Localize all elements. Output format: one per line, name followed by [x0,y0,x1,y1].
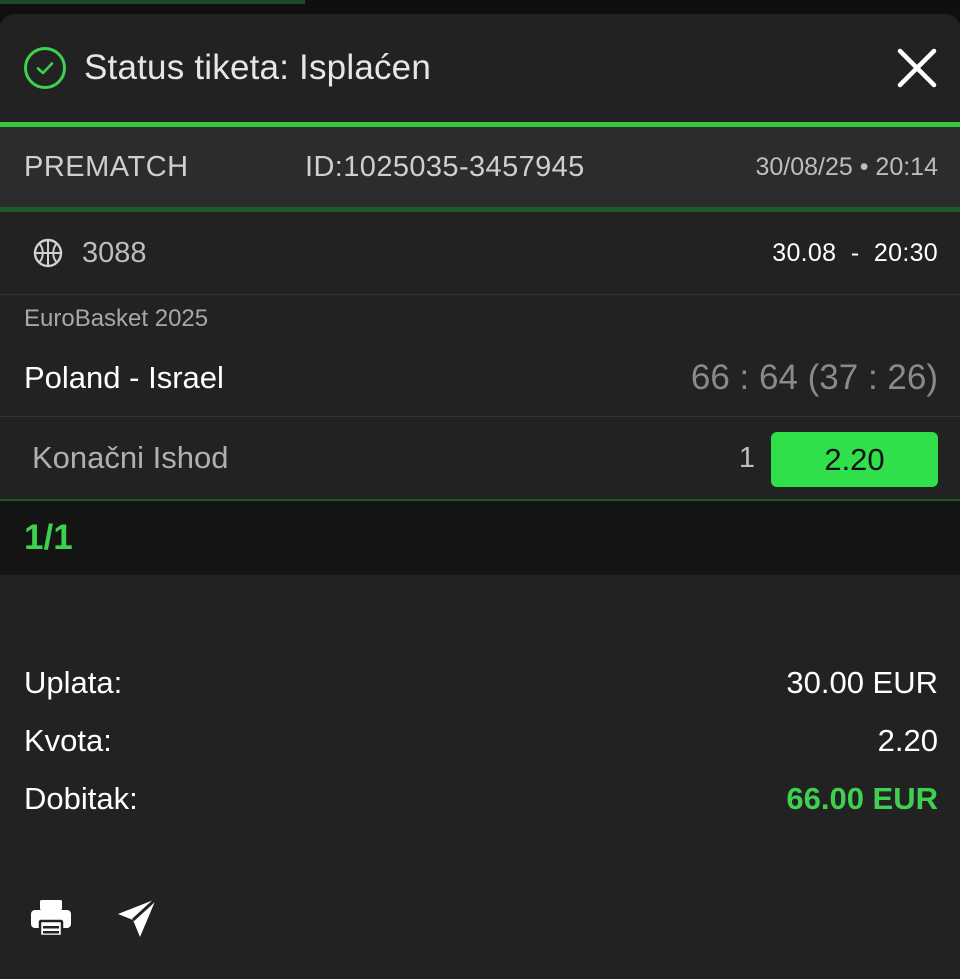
share-button[interactable] [112,894,162,942]
league-name: EuroBasket 2025 [24,305,209,332]
progress-indicator [0,0,305,4]
print-button[interactable] [26,894,76,942]
selection-count-bar: 1/1 [0,501,960,575]
basketball-icon [33,238,63,268]
event-header: 3088 30.08 - 20:30 [0,212,960,295]
close-button[interactable] [896,47,938,89]
market-name: Konačni Ishod [32,440,229,475]
print-icon [31,900,71,938]
odd-badge[interactable]: 2.20 [771,432,938,487]
ticket-panel: Status tiketa: Isplaćen PREMATCH ID:1025… [0,14,960,979]
ticket-status: Status tiketa: Isplaćen [84,48,432,87]
odds-value: 2.20 [877,723,938,758]
win-value: 66.00 EUR [786,781,938,816]
ticket-datetime: 30/08/25 • 20:14 [755,152,938,181]
event-start-time: 30.08 - 20:30 [772,238,938,267]
win-label: Dobitak: [24,781,138,816]
ticket-actions [26,894,198,942]
odds-label: Kvota: [24,723,112,758]
check-circle-icon [24,47,66,89]
win-row: Dobitak: 66.00 EUR [24,770,938,828]
close-icon [897,48,937,88]
stake-value: 30.00 EUR [786,665,938,700]
selection-pick: 1 [738,441,755,474]
ticket-summary: Uplata: 30.00 EUR Kvota: 2.20 Dobitak: 6… [0,654,960,828]
event-code: 3088 [82,236,147,269]
odds-row: Kvota: 2.20 [24,712,938,770]
ticket-type: PREMATCH [24,150,189,183]
ticket-meta: PREMATCH ID:1025035-3457945 30/08/25 • 2… [0,127,960,207]
match-row: Poland - Israel 66 : 64 (37 : 26) [0,339,960,417]
stake-row: Uplata: 30.00 EUR [24,654,938,712]
ticket-id: ID:1025035-3457945 [305,150,585,183]
stake-label: Uplata: [24,665,123,700]
top-strip [0,0,960,14]
ticket-header: Status tiketa: Isplaćen [0,14,960,122]
match-teams: Poland - Israel [24,359,224,395]
selection-row: Konačni Ishod 1 2.20 [0,417,960,501]
match-score: 66 : 64 (37 : 26) [690,357,938,397]
selection-count: 1/1 [24,518,73,557]
send-icon [118,897,158,937]
